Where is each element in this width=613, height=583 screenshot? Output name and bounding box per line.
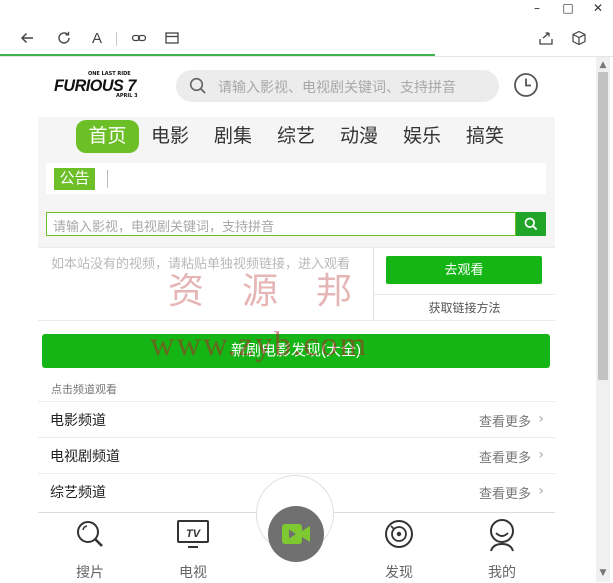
- center-action-button[interactable]: [268, 506, 324, 562]
- share-icon[interactable]: [535, 27, 557, 49]
- page-load-progress: [0, 54, 436, 56]
- tab-search-label[interactable]: 搜片: [60, 562, 120, 582]
- link-icon[interactable]: [128, 27, 150, 49]
- back-arrow-icon[interactable]: [16, 27, 38, 49]
- search-icon: [77, 521, 103, 547]
- progress-track: [0, 56, 613, 57]
- user-icon: [490, 519, 514, 552]
- tab-discover[interactable]: [369, 518, 429, 554]
- search-icon: [524, 217, 538, 231]
- svg-text:TV: TV: [186, 528, 202, 540]
- site-logo[interactable]: ONE LAST RIDE FURIOUS 7 APRIL 3: [54, 71, 166, 101]
- font-size-button[interactable]: A: [86, 27, 108, 49]
- view-more-link[interactable]: 查看更多: [479, 411, 531, 430]
- channel-title: 电视剧频道: [50, 448, 120, 464]
- history-clock-icon[interactable]: [513, 72, 539, 98]
- tab-discover-label[interactable]: 发现: [369, 562, 429, 582]
- nav-funny[interactable]: 搞笑: [466, 120, 504, 153]
- extension-cube-icon[interactable]: [568, 27, 590, 49]
- channel-row-movies[interactable]: 电影频道 查看更多 ›: [38, 401, 555, 437]
- nav-variety[interactable]: 综艺: [277, 120, 315, 153]
- notice-tag: 公告: [54, 168, 95, 190]
- video-search-input[interactable]: 请输入影视，电视剧关键词，支持拼音: [46, 212, 516, 236]
- channel-row-tv[interactable]: 电视剧频道 查看更多 ›: [38, 437, 555, 473]
- toolbar-divider: [116, 32, 117, 46]
- notice-divider: [107, 170, 108, 188]
- maximize-button[interactable]: □: [553, 0, 583, 16]
- close-button[interactable]: ✕: [583, 0, 613, 16]
- discover-icon: [385, 520, 413, 548]
- tab-tv[interactable]: TV: [163, 518, 223, 554]
- video-search-button[interactable]: [516, 212, 546, 236]
- tab-profile[interactable]: [472, 518, 532, 556]
- header-search-placeholder: 请输入影视、电视剧关键词、支持拼音: [218, 79, 456, 95]
- minimize-button[interactable]: –: [522, 0, 552, 16]
- watermark-url: www.zyb.com: [150, 326, 369, 363]
- nav-series[interactable]: 剧集: [214, 120, 252, 153]
- view-more-link[interactable]: 查看更多: [479, 483, 531, 502]
- get-link-method-link[interactable]: 获取链接方法: [374, 294, 555, 321]
- tab-tv-label[interactable]: 电视: [163, 562, 223, 582]
- nav-movies[interactable]: 电影: [151, 120, 189, 153]
- tab-search[interactable]: [60, 518, 120, 554]
- nav-entertainment[interactable]: 娱乐: [403, 120, 441, 153]
- chevron-right-icon: ›: [538, 483, 544, 499]
- nav-anime[interactable]: 动漫: [340, 120, 378, 153]
- notice-box: [46, 163, 546, 194]
- chevron-right-icon: ›: [538, 411, 544, 427]
- logo-date: APRIL 3: [116, 93, 138, 99]
- watermark-text: 资源邦: [168, 271, 391, 312]
- tv-icon: TV: [177, 520, 209, 548]
- header-search-bar[interactable]: 请输入影视、电视剧关键词、支持拼音: [176, 70, 499, 102]
- channel-title: 综艺频道: [50, 484, 106, 500]
- reader-mode-icon[interactable]: [161, 27, 183, 49]
- video-camera-icon: [282, 524, 310, 544]
- refresh-icon[interactable]: [53, 27, 75, 49]
- nav-home[interactable]: 首页: [76, 120, 139, 153]
- search-icon: [189, 77, 206, 94]
- scroll-down-arrow-icon[interactable]: ▼: [596, 566, 610, 580]
- channel-title: 电影频道: [50, 412, 106, 428]
- tab-profile-label[interactable]: 我的: [472, 562, 532, 582]
- browser-toolbar: A: [0, 22, 613, 56]
- go-watch-button[interactable]: 去观看: [386, 256, 542, 284]
- chevron-right-icon: ›: [538, 447, 544, 463]
- video-search-placeholder: 请输入影视，电视剧关键词，支持拼音: [53, 219, 275, 234]
- scrollbar-thumb[interactable]: [598, 72, 608, 380]
- channel-section-label: 点击频道观看: [51, 384, 117, 396]
- view-more-link[interactable]: 查看更多: [479, 447, 531, 466]
- scroll-up-arrow-icon[interactable]: ▲: [596, 58, 610, 72]
